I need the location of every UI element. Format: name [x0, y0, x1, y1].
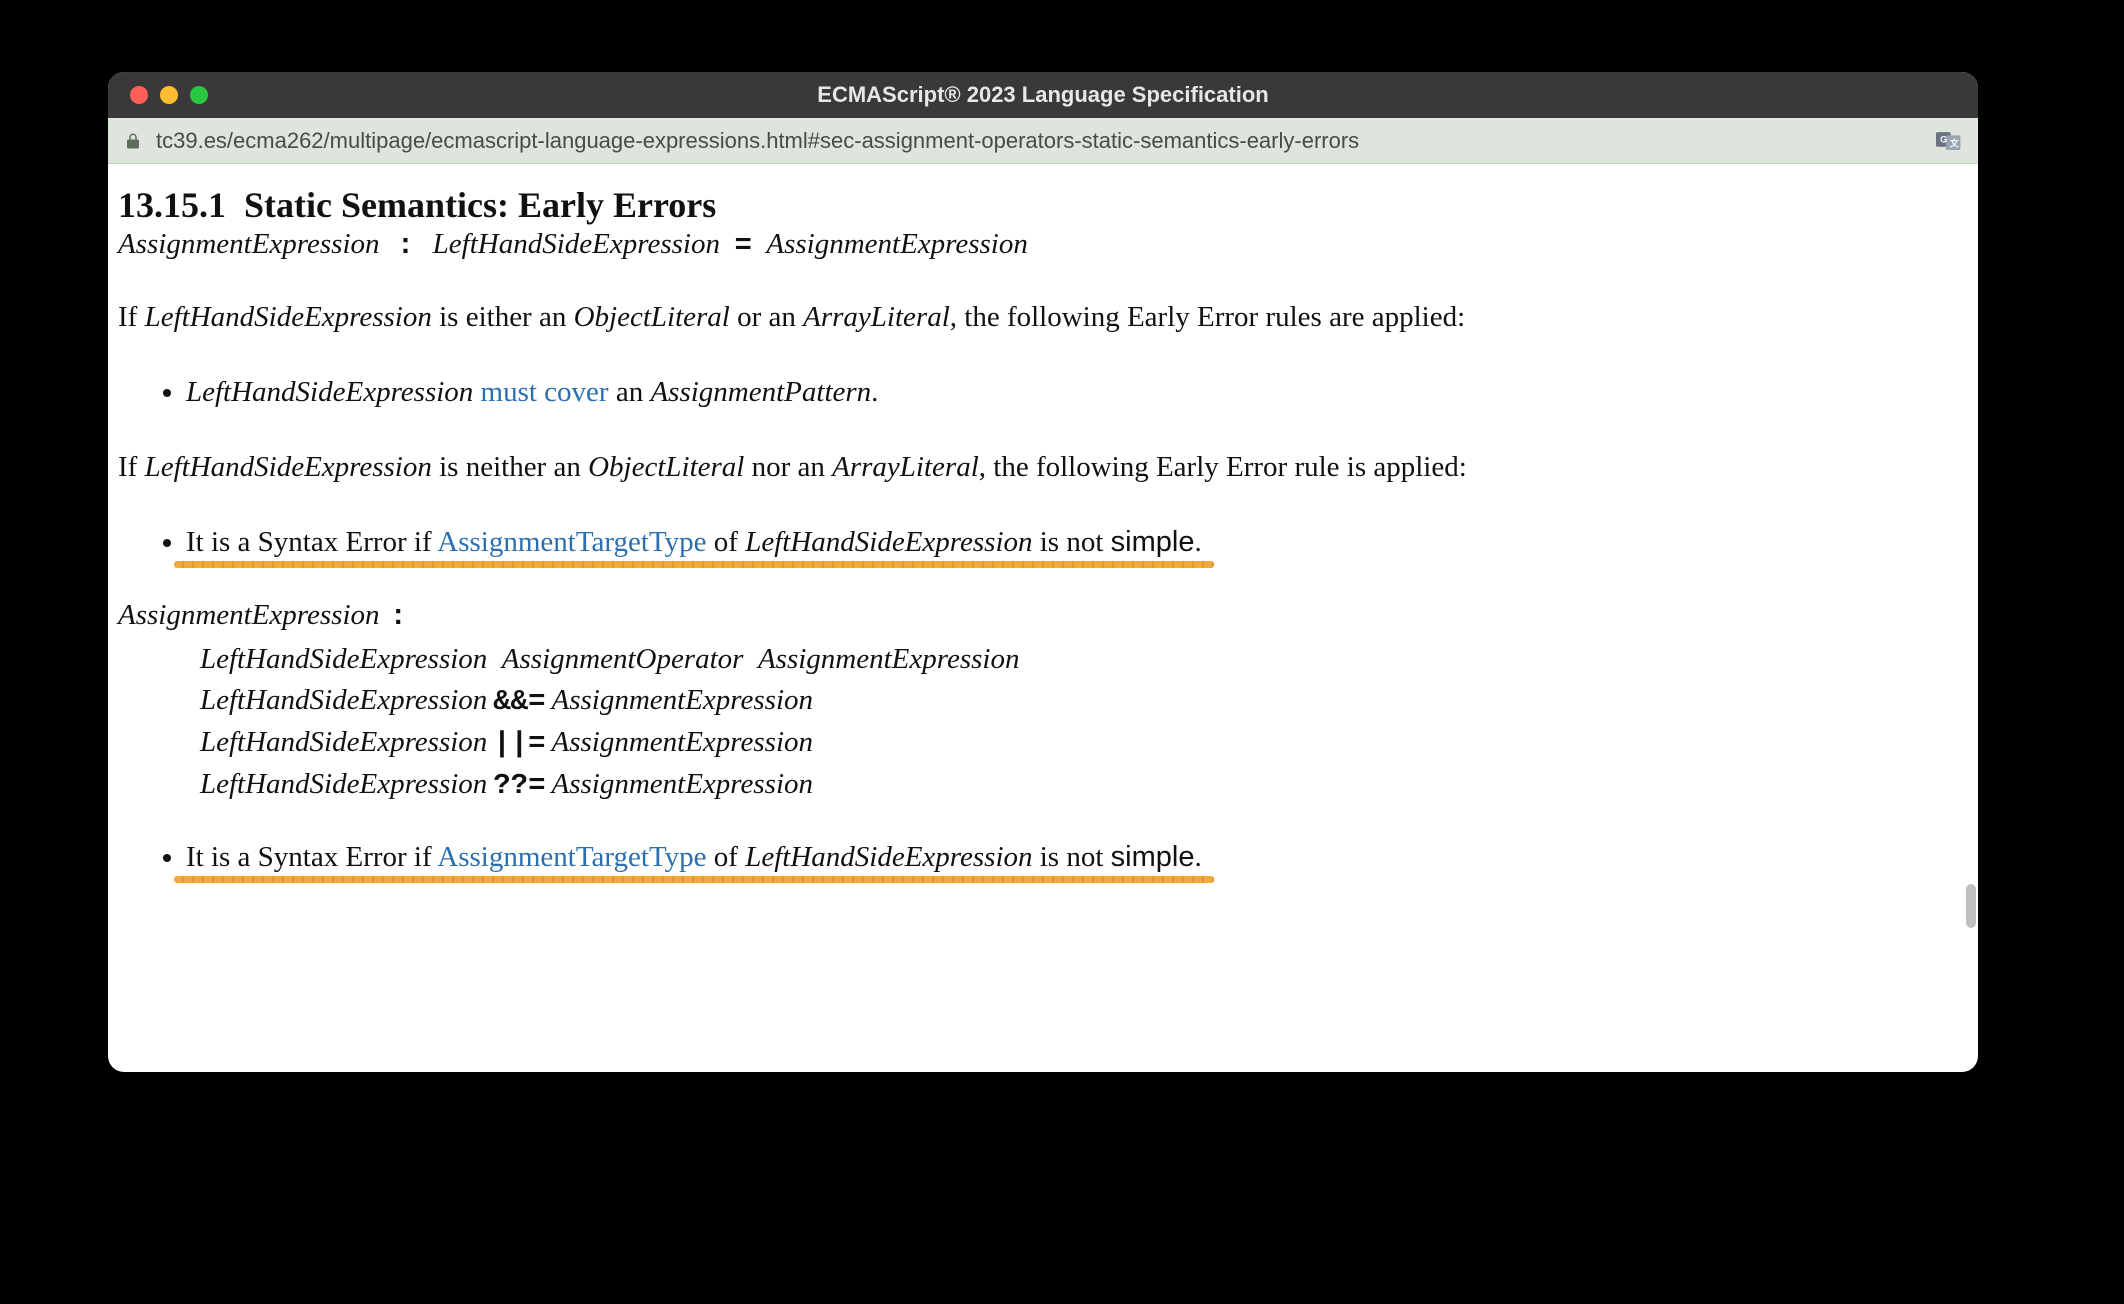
paragraph: If LeftHandSideExpression is either an O…	[118, 298, 1968, 337]
nonterminal: LeftHandSideExpression	[145, 301, 432, 333]
minimize-window-button[interactable]	[160, 86, 178, 104]
nonterminal: ArrayLiteral	[803, 301, 950, 333]
nonterminal: AssignmentExpression	[118, 599, 380, 631]
spec-link-assignment-target-type[interactable]: AssignmentTargetType	[437, 841, 706, 873]
rule-list: It is a Syntax Error if AssignmentTarget…	[118, 523, 1968, 562]
grammar-block: AssignmentExpression: LeftHandSideExpres…	[118, 599, 1968, 802]
highlighted-rule: It is a Syntax Error if AssignmentTarget…	[186, 526, 1202, 558]
operator-and-and-equals: &&=	[487, 685, 551, 718]
value-simple: simple	[1111, 526, 1195, 558]
grammar-production: LeftHandSideExpression AssignmentOperato…	[200, 643, 1968, 676]
rule-item: It is a Syntax Error if AssignmentTarget…	[186, 838, 1968, 877]
nonterminal: AssignmentExpression	[766, 228, 1028, 260]
browser-window: ECMAScript® 2023 Language Specification …	[108, 72, 1978, 1072]
operator-equals: =	[734, 229, 751, 262]
spec-link-must-cover[interactable]: must cover	[481, 376, 609, 408]
rule-item: LeftHandSideExpression must cover an Ass…	[186, 373, 1968, 412]
rule-list: LeftHandSideExpression must cover an Ass…	[118, 373, 1968, 412]
grammar-production: LeftHandSideExpression??=AssignmentExpre…	[200, 768, 1968, 802]
operator-or-or-equals: ||=	[487, 727, 551, 760]
section-heading: 13.15.1 Static Semantics: Early Errors	[118, 184, 1968, 226]
window-title: ECMAScript® 2023 Language Specification	[108, 82, 1978, 108]
operator-nullish-equals: ??=	[487, 769, 551, 802]
grammar-production-top: AssignmentExpression : LeftHandSideExpre…	[118, 228, 1968, 262]
url-text: tc39.es/ecma262/multipage/ecmascript-lan…	[156, 128, 1922, 154]
highlight-underline-icon	[174, 876, 1214, 883]
nonterminal: LeftHandSideExpression	[433, 228, 720, 260]
highlight-underline-icon	[174, 561, 1214, 568]
url-bar[interactable]: tc39.es/ecma262/multipage/ecmascript-lan…	[108, 118, 1978, 164]
titlebar: ECMAScript® 2023 Language Specification	[108, 72, 1978, 118]
value-simple: simple	[1111, 841, 1195, 873]
rule-list: It is a Syntax Error if AssignmentTarget…	[118, 838, 1968, 877]
close-window-button[interactable]	[130, 86, 148, 104]
section-number: 13.15.1	[118, 185, 226, 225]
spec-link-assignment-target-type[interactable]: AssignmentTargetType	[437, 526, 706, 558]
page-content: 13.15.1 Static Semantics: Early Errors A…	[108, 164, 1978, 1072]
section-title: Static Semantics: Early Errors	[244, 185, 716, 225]
nonterminal: LeftHandSideExpression	[186, 376, 473, 408]
highlighted-rule: It is a Syntax Error if AssignmentTarget…	[186, 841, 1202, 873]
nonterminal: LeftHandSideExpression	[745, 841, 1032, 873]
svg-text:G: G	[1940, 134, 1947, 144]
grammar-productions: LeftHandSideExpression AssignmentOperato…	[200, 643, 1968, 802]
lock-icon	[124, 132, 142, 150]
translate-icon[interactable]: G文	[1936, 130, 1962, 152]
nonterminal: ObjectLiteral	[574, 301, 730, 333]
svg-text:文: 文	[1949, 137, 1959, 148]
grammar-colon: :	[380, 600, 411, 633]
nonterminal: AssignmentPattern	[650, 376, 871, 408]
nonterminal: LeftHandSideExpression	[145, 451, 432, 483]
scrollbar-thumb[interactable]	[1966, 884, 1976, 928]
maximize-window-button[interactable]	[190, 86, 208, 104]
traffic-lights	[108, 86, 208, 104]
rule-item: It is a Syntax Error if AssignmentTarget…	[186, 523, 1968, 562]
nonterminal: LeftHandSideExpression	[745, 526, 1032, 558]
grammar-head: AssignmentExpression:	[118, 599, 1968, 633]
nonterminal: ObjectLiteral	[588, 451, 744, 483]
nonterminal: AssignmentExpression	[118, 228, 380, 260]
grammar-production: LeftHandSideExpression||=AssignmentExpre…	[200, 726, 1968, 760]
paragraph: If LeftHandSideExpression is neither an …	[118, 448, 1968, 487]
grammar-colon: :	[387, 229, 418, 262]
grammar-production: LeftHandSideExpression&&=AssignmentExpre…	[200, 684, 1968, 718]
nonterminal: ArrayLiteral	[832, 451, 979, 483]
